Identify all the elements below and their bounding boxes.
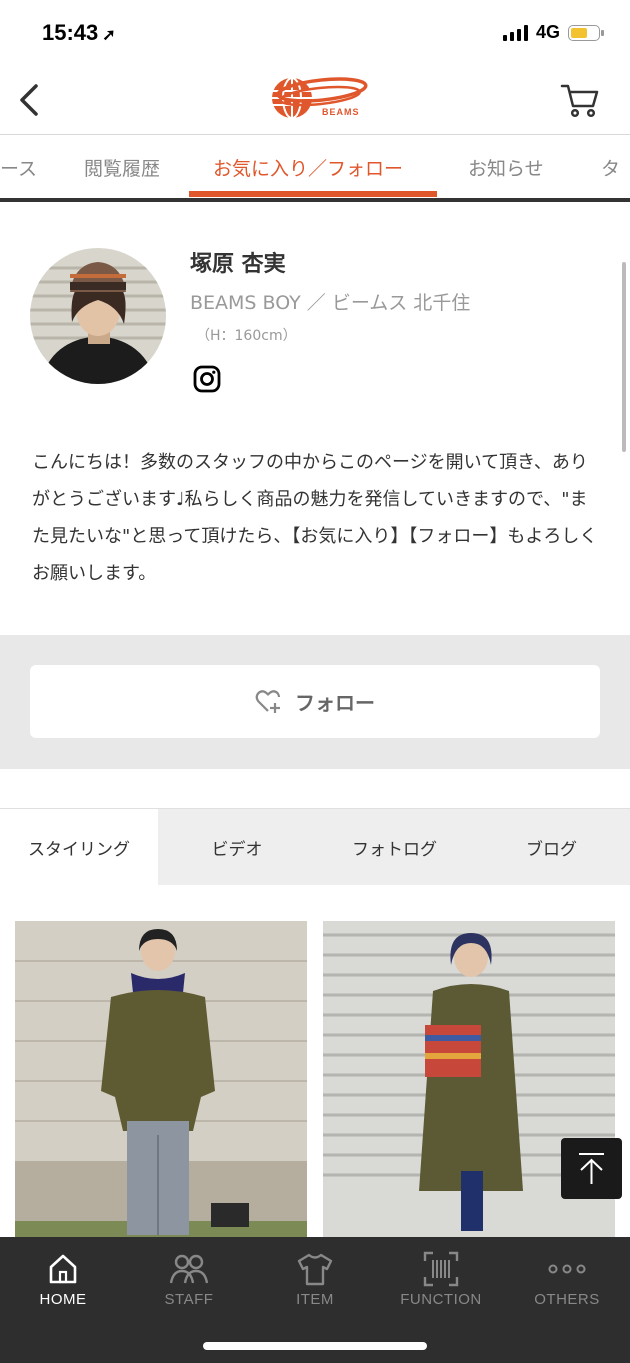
nav-label: FUNCTION: [400, 1291, 482, 1308]
home-icon: [49, 1254, 77, 1284]
nav-home[interactable]: HOME: [0, 1237, 126, 1327]
status-time: 15:43 ➚: [42, 20, 116, 45]
nav-label: HOME: [39, 1291, 87, 1308]
battery-icon: [568, 24, 604, 41]
beams-logo[interactable]: BEAMS: [262, 74, 368, 122]
more-icon: [548, 1264, 586, 1274]
staff-shop: BEAMS BOY ／ ビームス 北千住: [190, 292, 471, 314]
tab-blog[interactable]: ブログ: [473, 809, 630, 885]
nav-label: STAFF: [164, 1291, 214, 1308]
nav-label: ITEM: [296, 1291, 334, 1308]
follow-section: フォロー: [0, 635, 630, 769]
app-header: BEAMS: [0, 66, 630, 135]
tab-styling[interactable]: スタイリング: [0, 809, 158, 885]
staff-icon: [169, 1254, 209, 1284]
arrow-up-icon: [579, 1153, 604, 1184]
staff-name: 塚原 杏実: [190, 252, 286, 277]
nav-label: OTHERS: [534, 1291, 600, 1308]
staff-height: （H：160cm）: [196, 328, 297, 344]
tab-video[interactable]: ビデオ: [158, 809, 316, 885]
main-tabs: ース 閲覧履歴 お気に入り／フォロー お知らせ タ: [0, 134, 630, 202]
tab-notifications[interactable]: お知らせ: [468, 154, 544, 181]
instagram-icon: [193, 365, 221, 393]
tab-news[interactable]: ース: [0, 154, 37, 181]
content-tabs: スタイリング ビデオ フォトログ ブログ: [0, 808, 630, 885]
network-type: 4G: [535, 22, 560, 42]
heart-plus-icon: [255, 689, 281, 713]
nav-others[interactable]: OTHERS: [504, 1237, 630, 1327]
scroll-to-top-button[interactable]: [561, 1138, 622, 1199]
nav-item-tab[interactable]: ITEM: [252, 1237, 378, 1327]
instagram-link[interactable]: [193, 365, 221, 393]
nav-staff[interactable]: STAFF: [126, 1237, 252, 1327]
scrollbar[interactable]: [622, 262, 626, 452]
cellular-signal-icon: [502, 24, 528, 41]
tab-more[interactable]: タ: [601, 154, 620, 181]
home-indicator[interactable]: [203, 1342, 427, 1350]
brand-name: BEAMS: [322, 107, 360, 117]
chevron-left-icon: [20, 84, 38, 116]
active-tab-indicator: [189, 191, 437, 197]
barcode-icon: [423, 1251, 459, 1287]
follow-button[interactable]: フォロー: [30, 665, 600, 738]
shirt-icon: [297, 1253, 333, 1286]
staff-avatar: [30, 248, 166, 384]
location-arrow-icon: ➚: [102, 27, 116, 44]
follow-label: フォロー: [295, 691, 375, 715]
back-button[interactable]: [16, 82, 46, 118]
nav-function[interactable]: FUNCTION: [378, 1237, 504, 1327]
tab-history[interactable]: 閲覧履歴: [84, 154, 160, 181]
tab-photolog[interactable]: フォトログ: [316, 809, 473, 885]
tab-favorites-follow[interactable]: お気に入り／フォロー: [213, 154, 403, 181]
staff-introduction: こんにちは！多数のスタッフの中からこのページを開いて頂き、ありがとうございます♩…: [32, 452, 598, 584]
styling-photo[interactable]: [15, 921, 307, 1241]
cart-icon: [560, 84, 599, 118]
cart-button[interactable]: [560, 82, 600, 118]
status-indicators: 4G: [502, 22, 604, 43]
